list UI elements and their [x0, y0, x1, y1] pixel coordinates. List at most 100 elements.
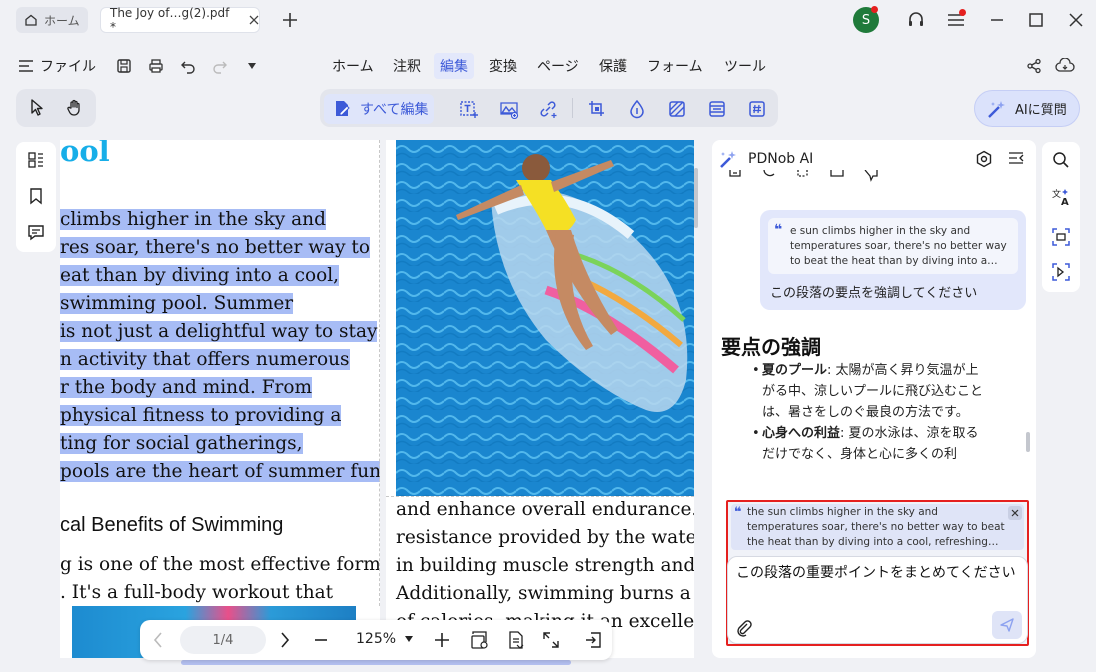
- hand-icon[interactable]: [64, 97, 86, 119]
- chat-input-text: この段落の重要ポイントをまとめてください: [736, 565, 1016, 581]
- page-view-icon[interactable]: [506, 630, 526, 650]
- like-icon[interactable]: [830, 170, 844, 182]
- document-page-2[interactable]: and enhance overall endurance. Th resist…: [386, 140, 694, 658]
- remove-quote-icon[interactable]: [1008, 506, 1022, 520]
- add-link-icon[interactable]: [537, 98, 559, 120]
- next-page-icon[interactable]: [279, 631, 291, 649]
- redo-icon[interactable]: [209, 55, 231, 77]
- page1-heading: ool: [60, 140, 110, 168]
- share-icon[interactable]: [1023, 55, 1045, 77]
- crop-icon[interactable]: [586, 98, 608, 120]
- document-scrollbar[interactable]: [694, 168, 698, 228]
- input-quoted-text: the sun climbs higher in the sky and tem…: [747, 506, 1005, 548]
- zoom-level[interactable]: 125%: [356, 631, 396, 647]
- bates-number-icon[interactable]: [746, 98, 768, 120]
- headset-icon[interactable]: [905, 9, 927, 31]
- translate-icon[interactable]: 文A: [1050, 186, 1072, 208]
- send-button[interactable]: [992, 611, 1022, 639]
- ask-ai-button[interactable]: AIに質問: [974, 90, 1080, 127]
- tab-home-label: ホーム: [44, 13, 80, 28]
- doc-line: eat than by diving into a cool,: [60, 265, 340, 286]
- svg-text:文: 文: [1052, 188, 1061, 200]
- menu-tools[interactable]: ツール: [718, 53, 772, 79]
- horizontal-scrollbar[interactable]: [181, 660, 571, 665]
- menu-home[interactable]: ホーム: [326, 53, 380, 79]
- add-text-icon[interactable]: [458, 98, 480, 120]
- background-icon[interactable]: [666, 98, 688, 120]
- doc-line: in building muscle strength and ton: [396, 555, 694, 576]
- collapse-panel-icon[interactable]: [1008, 150, 1024, 166]
- menu-edit[interactable]: 編集: [434, 53, 474, 79]
- page1-subheading: cal Benefits of Swimming: [60, 514, 284, 536]
- bullet-bold: 心身への利益: [762, 426, 841, 441]
- screenshot-icon[interactable]: [1050, 261, 1072, 283]
- fullscreen-icon[interactable]: [541, 630, 561, 650]
- ai-panel: PDNob AI ❝ e sun climbs higher in the sk…: [712, 140, 1036, 658]
- page-number-input[interactable]: 1/4: [180, 626, 266, 654]
- add-image-icon[interactable]: [498, 98, 520, 120]
- menu-page[interactable]: ページ: [531, 53, 585, 79]
- user-message-bubble: ❝ e sun climbs higher in the sky and tem…: [760, 210, 1026, 310]
- cloud-icon[interactable]: [1054, 55, 1076, 77]
- answer-bullet: • 夏のプール: 太陽が高く昇り気温が上がる中、涼しいプールに飛び込むことは、暑…: [752, 363, 984, 420]
- close-tab-icon[interactable]: [249, 15, 259, 25]
- tab-document-label: The Joy of…g(2).pdf *: [110, 6, 230, 34]
- save-icon[interactable]: [113, 55, 135, 77]
- insert-icon[interactable]: [796, 170, 810, 182]
- zoom-in-icon[interactable]: [433, 631, 451, 649]
- comment-icon[interactable]: [25, 221, 47, 243]
- menu-form[interactable]: フォーム: [641, 53, 709, 79]
- fit-view-icon[interactable]: [470, 630, 490, 650]
- undo-icon[interactable]: [177, 55, 199, 77]
- dislike-icon[interactable]: [864, 170, 878, 182]
- edit-all-button[interactable]: すべて編集: [324, 94, 434, 124]
- attach-icon[interactable]: [736, 619, 752, 637]
- text-box-border: [386, 496, 694, 497]
- pool-photo: [396, 140, 694, 496]
- search-icon[interactable]: [1050, 149, 1072, 171]
- menu-convert[interactable]: 変換: [483, 53, 523, 79]
- regenerate-icon[interactable]: [762, 170, 776, 182]
- ai-sparkle-icon: [987, 99, 1007, 119]
- thumbnails-icon[interactable]: [25, 149, 47, 171]
- copy-icon[interactable]: [728, 170, 742, 182]
- select-arrow-icon[interactable]: [26, 97, 48, 119]
- zoom-dropdown-icon[interactable]: [405, 636, 413, 642]
- header-footer-icon[interactable]: [706, 98, 728, 120]
- pdnob-logo-icon: [720, 150, 738, 168]
- chat-input[interactable]: この段落の重要ポイントをまとめてください: [727, 556, 1028, 644]
- bookmark-icon[interactable]: [25, 185, 47, 207]
- minimize-icon[interactable]: [986, 9, 1008, 31]
- menu-protect[interactable]: 保護: [593, 53, 633, 79]
- toolbar-divider: [572, 98, 573, 118]
- settings-icon[interactable]: [975, 150, 993, 168]
- answer-heading: 要点の強調: [721, 335, 821, 359]
- menu-annotate[interactable]: 注釈: [387, 53, 427, 79]
- hamburger-icon: [18, 59, 34, 73]
- close-window-icon[interactable]: [1065, 9, 1087, 31]
- doc-line: . It's a full-body workout that: [60, 582, 334, 603]
- file-menu-label: ファイル: [40, 59, 96, 75]
- document-page-1[interactable]: ool climbs higher in the sky and res soa…: [60, 140, 380, 658]
- doc-line: n activity that offers numerous: [60, 349, 350, 370]
- doc-line: physical fitness to providing a: [60, 405, 342, 426]
- doc-line: r the body and mind. From: [60, 377, 313, 398]
- tab-document[interactable]: The Joy of…g(2).pdf *: [100, 6, 260, 34]
- ocr-icon[interactable]: [1050, 226, 1072, 248]
- chevron-down-icon[interactable]: [241, 55, 263, 77]
- watermark-icon[interactable]: [626, 98, 648, 120]
- quoted-paragraph: ❝ e sun climbs higher in the sky and tem…: [768, 218, 1018, 274]
- file-menu[interactable]: ファイル: [18, 56, 96, 76]
- page-navigation-bar: 1/4 125%: [140, 620, 612, 660]
- new-tab-icon[interactable]: [280, 10, 300, 30]
- user-message-text: この段落の要点を強調してください: [770, 286, 978, 301]
- svg-text:A: A: [1061, 197, 1069, 207]
- exit-reading-icon[interactable]: [583, 630, 603, 650]
- print-icon[interactable]: [145, 55, 167, 77]
- tab-home[interactable]: ホーム: [16, 7, 88, 33]
- chat-input-area: ❝ the sun climbs higher in the sky and t…: [726, 500, 1029, 646]
- zoom-out-icon[interactable]: [313, 633, 329, 647]
- panel-scrollbar[interactable]: [1026, 432, 1030, 452]
- previous-page-icon[interactable]: [152, 631, 164, 649]
- maximize-icon[interactable]: [1025, 9, 1047, 31]
